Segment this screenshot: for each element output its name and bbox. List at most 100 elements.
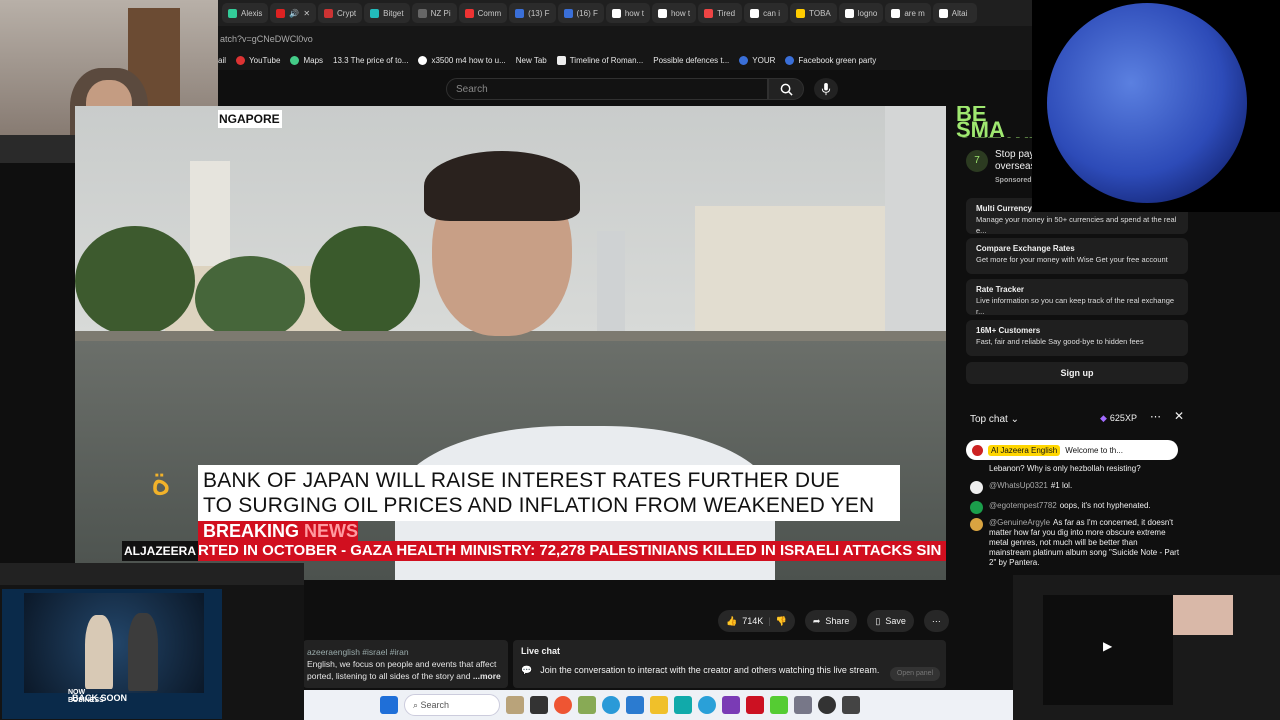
youtube-icon (236, 55, 246, 65)
left-margin (0, 163, 75, 563)
xp-badge[interactable]: ◆ 625XP (1100, 410, 1144, 426)
thumbs-down-icon[interactable]: 👎 (776, 616, 787, 627)
browser-tab[interactable]: Crypt (318, 3, 363, 23)
browser-tab-strip: Alexis 🔊 ✕ Crypt Bitget NZ Pi Comm (13) F… (218, 0, 1032, 26)
app-icon[interactable] (722, 696, 740, 714)
share-button[interactable]: ➦ Share (804, 610, 858, 632)
telegram-icon[interactable] (698, 696, 716, 714)
news-ticker: RTED IN OCTOBER - GAZA HEALTH MINISTRY: … (198, 541, 946, 561)
headline-banner: BANK OF JAPAN WILL RAISE INTEREST RATES … (198, 465, 900, 521)
building (885, 106, 946, 336)
app-icon[interactable] (746, 696, 764, 714)
browser-tab[interactable]: are m (885, 3, 931, 23)
back-soon-caption: BACK SOON (72, 693, 128, 703)
avatar (972, 444, 983, 456)
more-options-button[interactable]: ⋯ (923, 610, 949, 632)
bookmark[interactable]: ail (218, 56, 226, 65)
ad-headline: BE SMA GET WI (956, 106, 1036, 138)
pinned-message[interactable]: Al Jazeera English Welcome to th... (966, 440, 1178, 460)
browser-tab[interactable]: Alexis (222, 3, 269, 23)
search-input[interactable]: Search (446, 78, 768, 100)
browser-tab[interactable]: Altai (932, 3, 977, 23)
browser-tab[interactable]: (13) F (509, 3, 556, 23)
address-bar[interactable]: atch?v=gCNeDWCl0vo (218, 26, 1032, 50)
recording-thumbnail (1173, 595, 1233, 635)
browser-tab[interactable]: (16) F (557, 3, 604, 23)
browser-tab[interactable]: how t (605, 3, 650, 23)
live-chat-card: Live chat 💬 Join the conversation to inte… (513, 640, 946, 688)
open-panel-button[interactable]: Open panel (890, 667, 940, 681)
location-label: NGAPORE (218, 110, 282, 128)
screen-recording-overlay: ▶ (1013, 575, 1280, 720)
wikipedia-icon (556, 55, 566, 65)
signup-button[interactable]: Sign up (966, 362, 1188, 384)
chat-more-icon[interactable]: ⋯ (1150, 410, 1161, 423)
bookmark[interactable]: Possible defences t... (653, 56, 729, 65)
ad-link[interactable]: Rate Tracker Live information so you can … (966, 279, 1188, 316)
bookmark[interactable]: YouTube (236, 55, 280, 65)
live-chat-text: Join the conversation to interact with t… (540, 665, 880, 675)
task-view-icon[interactable] (530, 696, 548, 714)
bookmark[interactable]: x3500 m4 how to u... (418, 55, 506, 65)
bookmark[interactable]: Maps (290, 55, 323, 65)
bookmark[interactable]: New Tab (516, 56, 547, 65)
bookmark[interactable]: Timeline of Roman... (556, 55, 643, 65)
browser-tab[interactable]: can i (744, 3, 789, 23)
facebook-icon (739, 55, 749, 65)
chat-message: @GenuineArgyle As far as I'm concerned, i… (970, 518, 1180, 568)
taskbar-search[interactable]: ⌕ Search (404, 694, 500, 716)
obs-icon[interactable] (818, 696, 836, 714)
avatar (970, 518, 983, 531)
browser-tab[interactable]: 🔊 ✕ (270, 3, 317, 23)
app-icon[interactable] (674, 696, 692, 714)
facebook-icon (785, 55, 795, 65)
start-icon[interactable] (380, 696, 398, 714)
ad-link[interactable]: 16M+ Customers Fast, fair and reliable Sa… (966, 320, 1188, 356)
store-icon[interactable] (626, 696, 644, 714)
search-button[interactable] (768, 78, 804, 100)
widgets-icon[interactable] (506, 696, 524, 714)
bookmark[interactable]: Facebook green party (785, 55, 876, 65)
ad-link[interactable]: Compare Exchange Rates Get more for your … (966, 238, 1188, 274)
ad-sponsor[interactable]: 7 Stop pay overseas Sponsored (966, 146, 1036, 186)
tree (75, 226, 195, 336)
aljazeera-logo-icon: ﺓ (150, 459, 172, 503)
avatar (970, 501, 983, 514)
like-button[interactable]: 👍 714K | 👎 (718, 610, 795, 632)
browser-tab[interactable]: how t (651, 3, 697, 23)
close-chat-icon[interactable]: ✕ (1174, 409, 1184, 423)
settings-icon[interactable] (794, 696, 812, 714)
video-description[interactable]: azeeraenglish #israel #iran English, we … (303, 640, 508, 688)
play-icon[interactable]: ▶ (1103, 639, 1112, 653)
edge-icon[interactable] (602, 696, 620, 714)
description-text: ported, listening to all sides of the st… (307, 671, 471, 681)
search-icon: ⌕ (413, 700, 421, 710)
more-link[interactable]: ...more (473, 671, 501, 681)
chrome-icon[interactable] (554, 696, 572, 714)
bookmark[interactable]: 13.3 The price of to... (333, 56, 408, 65)
thumbs-up-icon: 👍 (726, 615, 738, 626)
tree (195, 256, 305, 341)
app-icon[interactable] (578, 696, 596, 714)
neptune-planet (1047, 3, 1247, 203)
bookmark-icon: ▯ (875, 615, 881, 626)
building (597, 231, 625, 336)
file-explorer-icon[interactable] (650, 696, 668, 714)
browser-tab[interactable]: NZ Pi (411, 3, 457, 23)
chat-message: Lebanon? Why is only hezbollah resisting… (989, 464, 1141, 473)
save-button[interactable]: ▯ Save (867, 610, 914, 632)
browser-tab[interactable]: logno (838, 3, 884, 23)
maps-icon (290, 55, 300, 65)
browser-tab[interactable]: TOBA (790, 3, 837, 23)
browser-tab[interactable]: Tired (698, 3, 743, 23)
share-icon: ➦ (812, 615, 821, 626)
app-icon[interactable] (770, 696, 788, 714)
live-chat-title: Live chat (521, 646, 561, 656)
app-icon[interactable] (842, 696, 860, 714)
headline-line: TO SURGING OIL PRICES AND INFLATION FROM… (203, 494, 875, 517)
browser-tab[interactable]: Bitget (364, 3, 410, 23)
bookmark[interactable]: YOUR (739, 55, 775, 65)
voice-search-button[interactable] (814, 78, 838, 100)
google-icon (418, 55, 428, 65)
browser-tab[interactable]: Comm (458, 3, 508, 23)
